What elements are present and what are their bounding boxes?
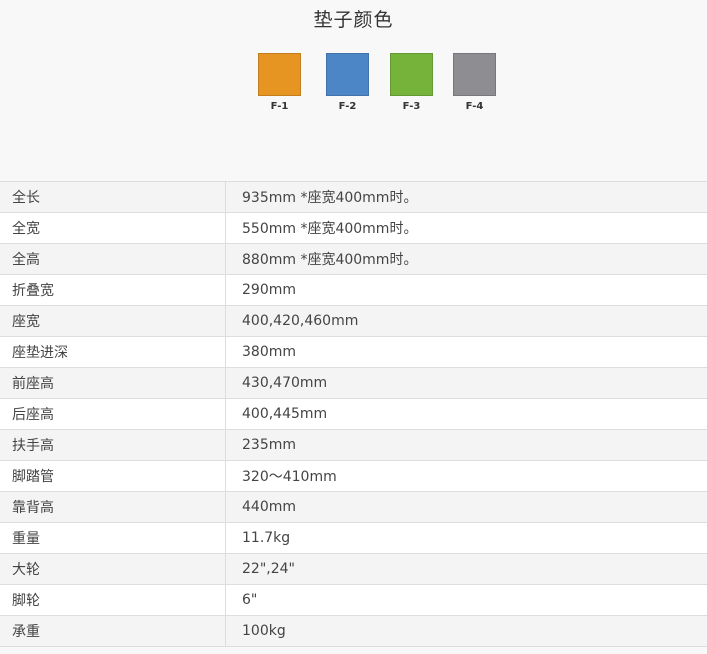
spec-label: 全宽	[0, 212, 226, 244]
spec-row: 大轮 22",24"	[0, 553, 707, 585]
color-swatch-f2[interactable]: F-2	[326, 53, 369, 113]
spec-label: 大轮	[0, 553, 226, 585]
color-swatch-f1[interactable]: F-1	[258, 53, 301, 113]
swatch-label: F-2	[338, 101, 357, 112]
spec-value: 320～410mm	[225, 460, 707, 492]
spec-value: 100kg	[225, 615, 707, 647]
color-swatch-f4[interactable]: F-4	[453, 53, 496, 113]
spec-row: 全长 935mm *座宽400mm时。	[0, 181, 707, 213]
spec-label: 后座高	[0, 398, 226, 430]
spec-row: 座垫进深 380mm	[0, 336, 707, 368]
spec-value: 430,470mm	[225, 367, 707, 399]
swatch-label: F-1	[270, 101, 289, 112]
spec-row: 承重 100kg	[0, 615, 707, 647]
spec-label: 折叠宽	[0, 274, 226, 306]
spec-row: 座宽 400,420,460mm	[0, 305, 707, 337]
swatch-label: F-4	[465, 101, 484, 112]
swatch-color-box	[326, 53, 369, 96]
spec-row: 脚踏管 320～410mm	[0, 460, 707, 492]
spec-row: 前座高 430,470mm	[0, 367, 707, 399]
spec-label: 重量	[0, 522, 226, 554]
spec-value: 290mm	[225, 274, 707, 306]
spec-value: 380mm	[225, 336, 707, 368]
section-title: 垫子颜色	[313, 9, 394, 31]
swatch-color-box	[258, 53, 301, 96]
color-swatch-f3[interactable]: F-3	[390, 53, 433, 113]
spec-value: 880mm *座宽400mm时。	[225, 243, 707, 275]
spec-label: 全高	[0, 243, 226, 275]
spec-label: 全长	[0, 181, 226, 213]
spec-row: 脚轮 6"	[0, 584, 707, 616]
spec-row: 扶手高 235mm	[0, 429, 707, 461]
swatch-label: F-3	[402, 101, 421, 112]
spec-label: 座宽	[0, 305, 226, 337]
spec-value: 935mm *座宽400mm时。	[225, 181, 707, 213]
spec-label: 承重	[0, 615, 226, 647]
spec-value: 235mm	[225, 429, 707, 461]
swatch-color-box	[453, 53, 496, 96]
spec-value: 6"	[225, 584, 707, 616]
spec-row: 靠背高 440mm	[0, 491, 707, 523]
spec-label: 扶手高	[0, 429, 226, 461]
spec-value: 400,445mm	[225, 398, 707, 430]
spec-table: 全长 935mm *座宽400mm时。 全宽 550mm *座宽400mm时。 …	[0, 181, 707, 647]
swatch-color-box	[390, 53, 433, 96]
spec-label: 靠背高	[0, 491, 226, 523]
spec-value: 11.7kg	[225, 522, 707, 554]
spec-row: 折叠宽 290mm	[0, 274, 707, 306]
spec-value: 22",24"	[225, 553, 707, 585]
spec-label: 座垫进深	[0, 336, 226, 368]
cushion-color-section: 垫子颜色 F-1 F-2 F-3 F-4	[0, 0, 707, 181]
spec-value: 400,420,460mm	[225, 305, 707, 337]
spec-row: 后座高 400,445mm	[0, 398, 707, 430]
spec-label: 脚轮	[0, 584, 226, 616]
spec-label: 前座高	[0, 367, 226, 399]
spec-value: 550mm *座宽400mm时。	[225, 212, 707, 244]
spec-row: 全宽 550mm *座宽400mm时。	[0, 212, 707, 244]
spec-value: 440mm	[225, 491, 707, 523]
spec-label: 脚踏管	[0, 460, 226, 492]
spec-row: 全高 880mm *座宽400mm时。	[0, 243, 707, 275]
spec-row: 重量 11.7kg	[0, 522, 707, 554]
